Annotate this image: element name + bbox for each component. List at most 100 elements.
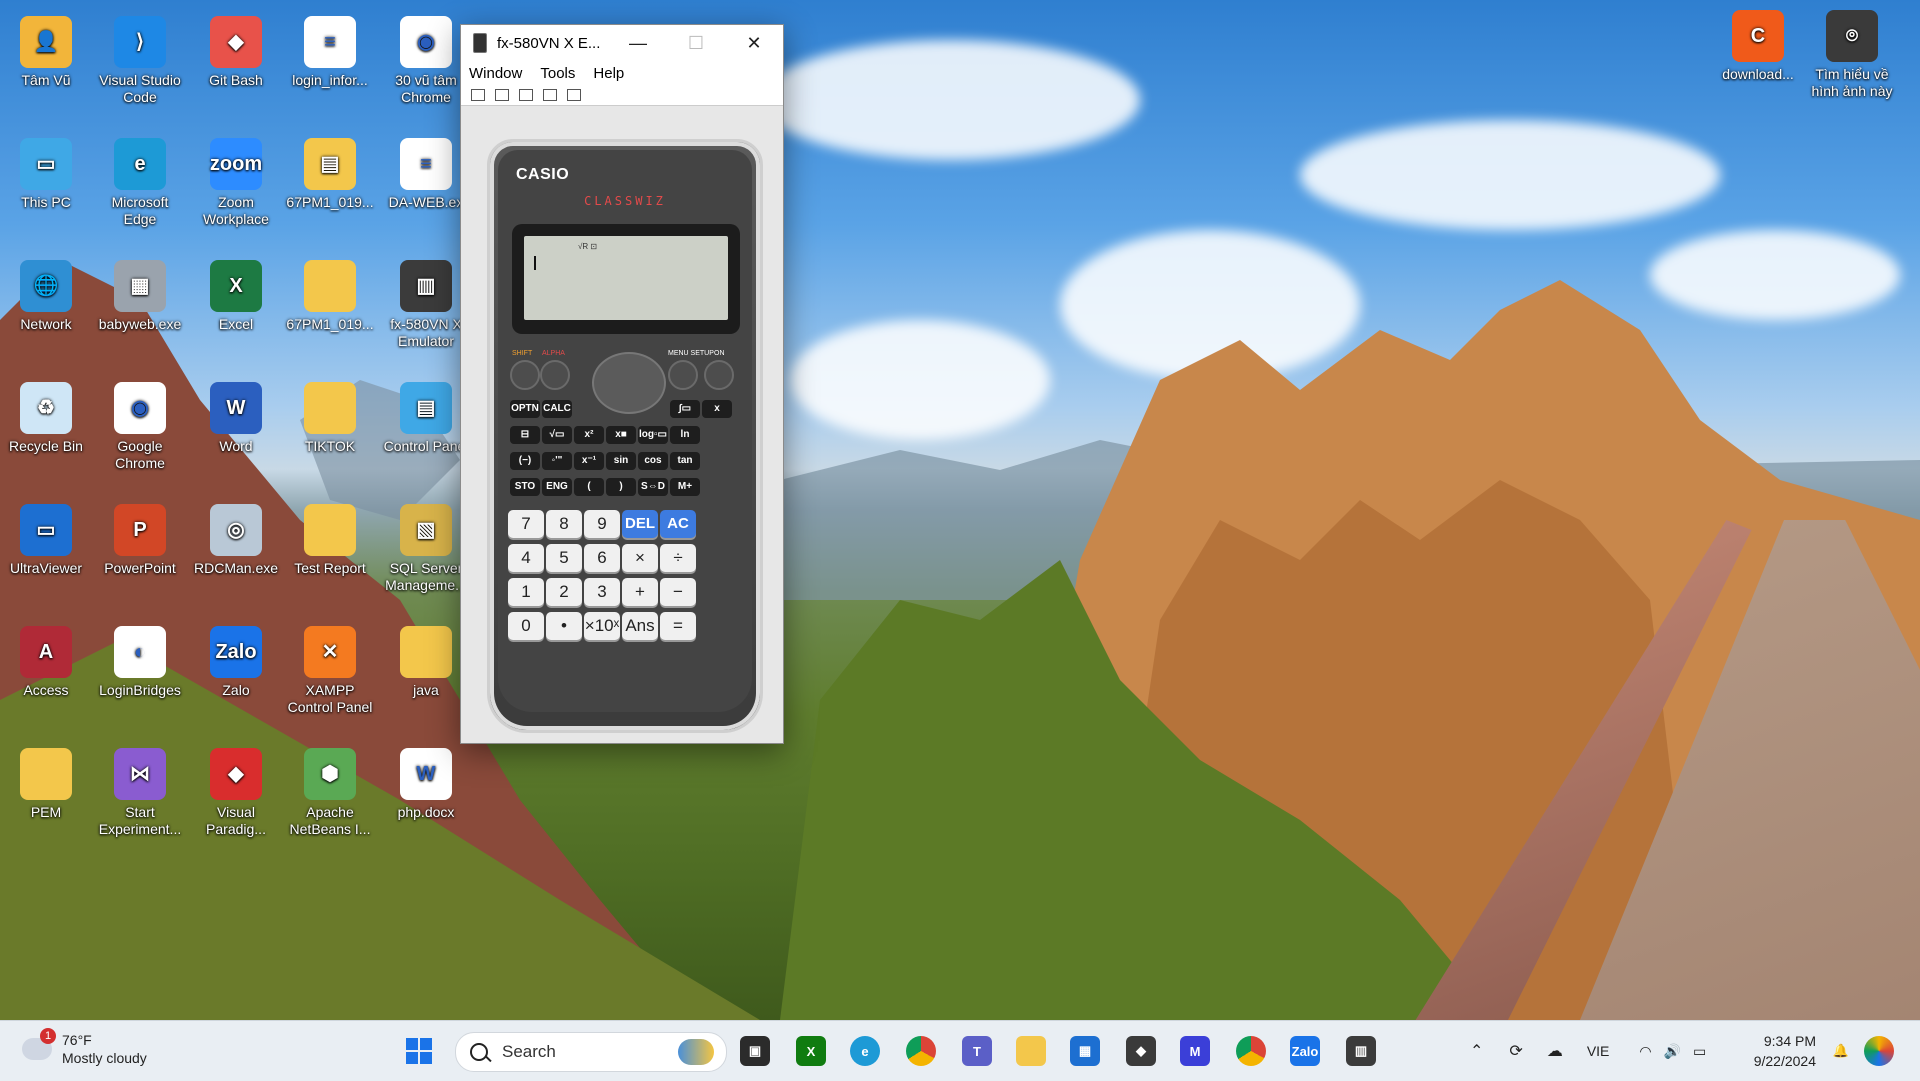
desktop-icon-git-bash[interactable]: ◆ Git Bash	[190, 10, 282, 89]
calc-key-func_row3-5[interactable]: tan	[670, 452, 700, 470]
menu-window[interactable]: Window	[469, 65, 522, 82]
desktop-icon-java[interactable]: java	[380, 620, 472, 699]
calc-key-func_row4-4[interactable]: S⇔D	[638, 478, 668, 496]
zalo-taskbar-icon[interactable]: Zalo	[1290, 1036, 1320, 1066]
menu-help[interactable]: Help	[593, 65, 624, 82]
shift-key[interactable]	[510, 360, 540, 390]
file-explorer-icon[interactable]	[1016, 1036, 1046, 1066]
sync-icon[interactable]: ⟳	[1509, 1041, 1522, 1061]
toolbar-screen-icon[interactable]	[519, 89, 533, 101]
notification-icon[interactable]: 🔔	[1826, 1036, 1856, 1066]
calc-key-num_row2-1[interactable]: 5	[546, 544, 582, 572]
calc-key-num_row3-1[interactable]: 2	[546, 578, 582, 606]
calc-key-num_row2-4[interactable]: ÷	[660, 544, 696, 572]
desktop-icon-fx580vn-emulator[interactable]: ▥ fx-580VN X Emulator	[380, 254, 472, 350]
calc-key-func_row4-3[interactable]: )	[606, 478, 636, 496]
desktop-icon-login-info[interactable]: ≡ login_infor...	[284, 10, 376, 89]
calc-key-num_row4-2[interactable]: ×10ˣ	[584, 612, 620, 640]
calc-key-num_row3-0[interactable]: 1	[508, 578, 544, 606]
calc-key-num_row1-4[interactable]: AC	[660, 510, 696, 538]
calc-key-num_row3-3[interactable]: +	[622, 578, 658, 606]
desktop-icon-loginbridges[interactable]: ◐ LoginBridges	[94, 620, 186, 699]
taskbar-search[interactable]: Search	[455, 1032, 727, 1072]
calc-key-func_row1-0[interactable]: OPTN	[510, 400, 540, 418]
calc-key-func_row4-0[interactable]: STO	[510, 478, 540, 496]
desktop-icon-word[interactable]: W Word	[190, 376, 282, 455]
desktop-icon-recycle-bin[interactable]: ♻ Recycle Bin	[0, 376, 92, 455]
calc-key-func_row2-5[interactable]: ln	[670, 426, 700, 444]
calc-key-num_row4-4[interactable]: =	[660, 612, 696, 640]
calc-key-num_row1-0[interactable]: 7	[508, 510, 544, 538]
desktop-icon-test-report[interactable]: Test Report	[284, 498, 376, 577]
direction-pad[interactable]	[592, 352, 666, 414]
store-icon[interactable]: ▦	[1070, 1036, 1100, 1066]
calc-key-num_row1-1[interactable]: 8	[546, 510, 582, 538]
edge-taskbar-icon[interactable]: e	[850, 1036, 880, 1066]
calc-key-func_row2-2[interactable]: x²	[574, 426, 604, 444]
clock[interactable]: 9:34 PM 9/22/2024	[1740, 1031, 1816, 1071]
desktop-icon-tam-vu[interactable]: 👤 Tâm Vũ	[0, 10, 92, 89]
desktop-icon-ultraviewer[interactable]: ▭ UltraViewer	[0, 498, 92, 577]
window-titlebar[interactable]: fx-580VN X E... — ☐ ✕	[461, 25, 783, 61]
emulator-window[interactable]: fx-580VN X E... — ☐ ✕ Window Tools Help …	[460, 24, 784, 744]
calc-key-num_row4-1[interactable]: •	[546, 612, 582, 640]
weather-widget[interactable]: 1 76°F Mostly cloudy	[22, 1028, 147, 1067]
calc-key-func_row3-4[interactable]: cos	[638, 452, 668, 470]
menu-key[interactable]	[668, 360, 698, 390]
desktop-icon-sql-server[interactable]: ▧ SQL Server Manageme...	[380, 498, 472, 594]
desktop-icon-network[interactable]: 🌐 Network	[0, 254, 92, 333]
xbox-icon[interactable]: X	[796, 1036, 826, 1066]
desktop-icon-pem[interactable]: PEM	[0, 742, 92, 821]
desktop-icon-chrome-30-vu-tam[interactable]: ◉ 30 vũ tâm Chrome	[380, 10, 472, 106]
desktop-icon-visual-paradigm[interactable]: ◆ Visual Paradig...	[190, 742, 282, 838]
desktop-icon-access[interactable]: A Access	[0, 620, 92, 699]
maximize-button[interactable]: ☐	[667, 25, 725, 61]
calc-key-num_row3-2[interactable]: 3	[584, 578, 620, 606]
calc-key-func_row3-2[interactable]: x⁻¹	[574, 452, 604, 470]
calc-key-func_row3-0[interactable]: (−)	[510, 452, 540, 470]
desktop-icon-tiktok[interactable]: TIKTOK	[284, 376, 376, 455]
calc-key-func_row2-1[interactable]: √▭	[542, 426, 572, 444]
calc-key-func_row1-1[interactable]: CALC	[542, 400, 572, 418]
task-view-icon[interactable]: ▣	[740, 1036, 770, 1066]
calc-key-func_row1-3[interactable]: x	[702, 400, 732, 418]
calc-key-num_row3-4[interactable]: −	[660, 578, 696, 606]
calc-key-num_row2-3[interactable]: ×	[622, 544, 658, 572]
app-m-icon[interactable]: M	[1180, 1036, 1210, 1066]
desktop-icon-download-c[interactable]: Cdownload...	[1712, 4, 1804, 83]
language-indicator[interactable]: VIE	[1587, 1043, 1610, 1059]
calculator-taskbar-icon[interactable]: ▥	[1346, 1036, 1376, 1066]
copilot-icon[interactable]	[1864, 1036, 1894, 1066]
desktop-icon-start-experiment[interactable]: ⋈ Start Experiment...	[94, 742, 186, 838]
chevron-up-icon[interactable]: ⌃	[1470, 1041, 1483, 1061]
calc-key-num_row1-3[interactable]: DEL	[622, 510, 658, 538]
desktop-icon-da-web[interactable]: ≡ DA-WEB.ex	[380, 132, 472, 211]
desktop-icon-xampp[interactable]: ✕ XAMPP Control Panel	[284, 620, 376, 716]
desktop-icon-babyweb[interactable]: ▦ babyweb.exe	[94, 254, 186, 333]
desktop-icon-powerpoint[interactable]: P PowerPoint	[94, 498, 186, 577]
menu-tools[interactable]: Tools	[540, 65, 575, 82]
calc-key-func_row4-1[interactable]: ENG	[542, 478, 572, 496]
desktop-icon-this-pc[interactable]: ▭ This PC	[0, 132, 92, 211]
calc-key-func_row4-2[interactable]: (	[574, 478, 604, 496]
calc-key-func_row2-0[interactable]: ⊟	[510, 426, 540, 444]
calc-key-func_row2-4[interactable]: log▫▭	[638, 426, 668, 444]
desktop-icon-excel[interactable]: X Excel	[190, 254, 282, 333]
calc-key-num_row1-2[interactable]: 9	[584, 510, 620, 538]
volume-icon[interactable]: 🔊	[1664, 1043, 1681, 1060]
toolbar-capture-icon[interactable]	[471, 89, 485, 101]
alpha-key[interactable]	[540, 360, 570, 390]
app-cube-icon[interactable]: ◆	[1126, 1036, 1156, 1066]
desktop-icon-zoom-workplace[interactable]: zoom Zoom Workplace	[190, 132, 282, 228]
toolbar-window-icon[interactable]	[495, 89, 509, 101]
calc-key-num_row2-0[interactable]: 4	[508, 544, 544, 572]
chrome-profile-icon[interactable]	[1236, 1036, 1266, 1066]
wifi-icon[interactable]: ◠	[1639, 1043, 1651, 1060]
start-button[interactable]	[404, 1036, 434, 1066]
calc-key-func_row4-5[interactable]: M+	[670, 478, 700, 496]
minimize-button[interactable]: —	[609, 25, 667, 61]
desktop-icon-php-docx[interactable]: Wphp.docx	[380, 742, 472, 821]
desktop-icon-visual-studio-code[interactable]: ⟩ Visual Studio Code	[94, 10, 186, 106]
desktop-icon-tim-hieu-ve-hinh-anh[interactable]: ⌾ Tìm hiểu về hình ảnh này	[1806, 4, 1898, 100]
battery-icon[interactable]: ▭	[1693, 1043, 1706, 1060]
